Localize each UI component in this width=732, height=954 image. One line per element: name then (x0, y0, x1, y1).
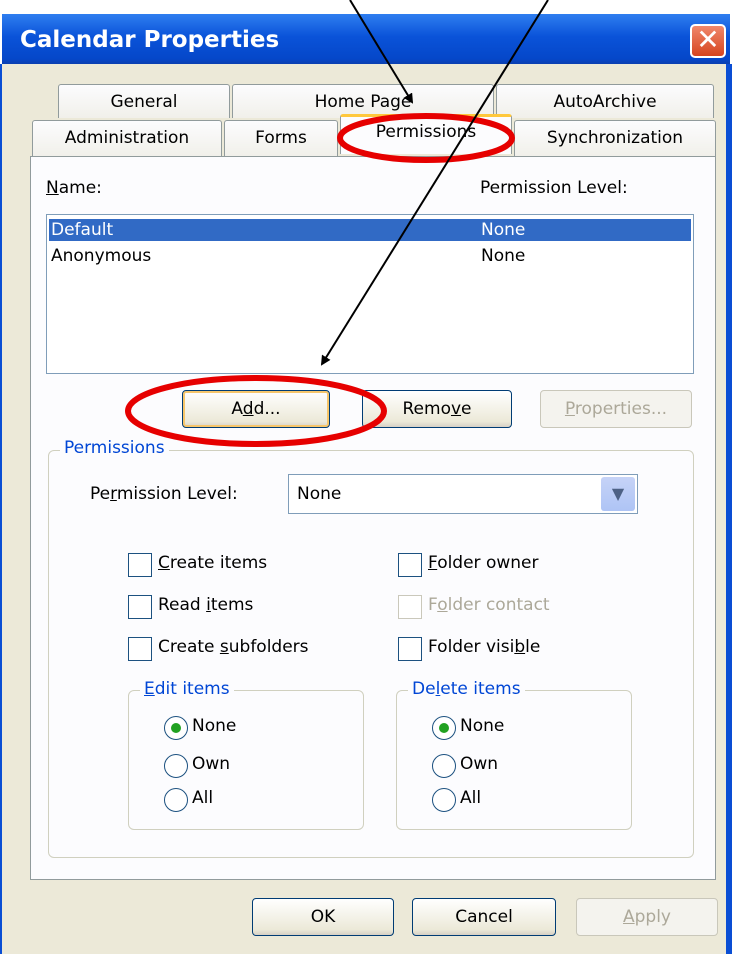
edit-items-groupbox (128, 690, 364, 830)
ok-button[interactable]: OK (252, 898, 394, 936)
user-permission-level: None (481, 246, 526, 266)
folder-contact-label: Folder contact (428, 595, 550, 615)
tab-label: AutoArchive (553, 92, 657, 112)
name-column-header: Name: (46, 178, 102, 198)
folder-contact-checkbox[interactable] (398, 595, 422, 619)
edit-all-radio[interactable] (164, 788, 188, 812)
permission-level-label: Permission Level: (90, 484, 238, 504)
create-subfolders-label: Create subfolders (158, 637, 309, 657)
calendar-properties-dialog: Calendar Properties ✕ General Home Page … (0, 0, 732, 954)
permissions-group-title: Permissions (60, 438, 169, 458)
edit-none-radio[interactable] (164, 716, 188, 740)
edit-items-title: Edit items (140, 679, 234, 699)
read-items-label: Read items (158, 595, 254, 615)
title-bar[interactable]: Calendar Properties (2, 14, 730, 64)
permissions-user-list[interactable]: Default None Anonymous None (46, 214, 694, 374)
folder-owner-checkbox[interactable] (398, 553, 422, 577)
permission-level-dropdown[interactable]: None ▼ (288, 474, 638, 514)
tab-home-page[interactable]: Home Page (232, 84, 494, 118)
create-items-checkbox[interactable] (128, 553, 152, 577)
tab-permissions[interactable]: Permissions (340, 114, 512, 154)
tab-label: Administration (64, 128, 190, 148)
cancel-button[interactable]: Cancel (412, 898, 556, 936)
edit-none-label: None (192, 716, 237, 736)
close-button[interactable]: ✕ (690, 24, 726, 58)
apply-button[interactable]: Apply (576, 898, 718, 936)
chevron-down-icon[interactable]: ▼ (601, 477, 635, 511)
delete-none-radio[interactable] (432, 716, 456, 740)
delete-none-label: None (460, 716, 505, 736)
delete-all-label: All (460, 788, 482, 808)
list-item-default[interactable]: Default None (49, 219, 691, 241)
create-subfolders-checkbox[interactable] (128, 637, 152, 661)
tab-label: Forms (255, 128, 307, 148)
edit-all-label: All (192, 788, 214, 808)
tab-general[interactable]: General (58, 84, 230, 118)
tab-administration[interactable]: Administration (32, 120, 222, 156)
permission-level-column-header: Permission Level: (480, 178, 628, 198)
tab-label: Permissions (375, 122, 477, 142)
read-items-checkbox[interactable] (128, 595, 152, 619)
tab-forms[interactable]: Forms (224, 120, 338, 156)
tab-autoarchive[interactable]: AutoArchive (496, 84, 714, 118)
permission-level-value: None (297, 484, 342, 504)
delete-items-title: Delete items (408, 679, 525, 699)
delete-own-label: Own (460, 754, 499, 774)
window-frame-right (726, 64, 732, 954)
edit-own-radio[interactable] (164, 754, 188, 778)
create-items-label: Create items (158, 553, 268, 573)
user-name: Anonymous (51, 246, 152, 266)
user-name: Default (51, 220, 114, 240)
folder-visible-label: Folder visible (428, 637, 541, 657)
remove-button[interactable]: Remove (362, 390, 512, 428)
user-permission-level: None (481, 220, 526, 240)
list-item-anonymous[interactable]: Anonymous None (49, 245, 691, 267)
folder-visible-checkbox[interactable] (398, 637, 422, 661)
delete-all-radio[interactable] (432, 788, 456, 812)
delete-items-groupbox (396, 690, 632, 830)
tab-synchronization[interactable]: Synchronization (514, 120, 716, 156)
properties-button[interactable]: Properties... (540, 390, 692, 428)
tab-label: Synchronization (546, 128, 684, 148)
delete-own-radio[interactable] (432, 754, 456, 778)
window-title: Calendar Properties (20, 27, 280, 53)
edit-own-label: Own (192, 754, 231, 774)
add-button[interactable]: Add... (182, 390, 330, 428)
tab-label: Home Page (314, 92, 412, 112)
tab-label: General (110, 92, 178, 112)
folder-owner-label: Folder owner (428, 553, 539, 573)
